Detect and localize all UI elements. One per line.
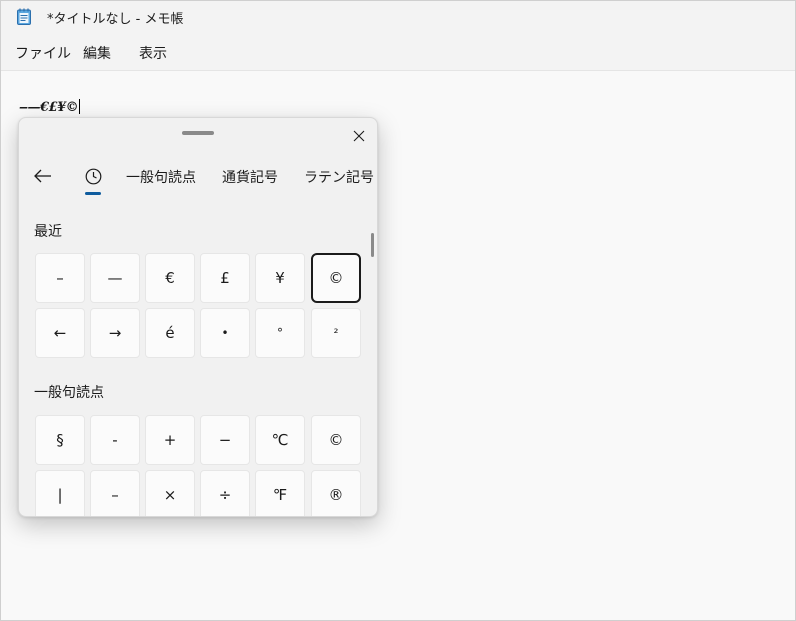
general-symbol-cell[interactable]: - [90, 415, 140, 465]
menu-file[interactable]: ファイル [15, 43, 71, 63]
active-tab-indicator [85, 192, 101, 195]
recent-tab[interactable] [81, 164, 105, 188]
back-button[interactable] [31, 164, 55, 188]
section-title-recent: 最近 [34, 224, 62, 240]
scrollbar-thumb[interactable] [371, 233, 374, 257]
general-symbol-cell[interactable]: ® [311, 470, 361, 516]
editor-content[interactable]: ‒—€£¥© [19, 99, 81, 115]
tab-currency-symbols[interactable]: 通貨記号 [222, 167, 278, 187]
general-symbol-cell[interactable]: © [311, 415, 361, 465]
title-bar: *タイトルなし - メモ帳 [0, 0, 796, 34]
general-symbol-cell[interactable]: × [145, 470, 195, 516]
menu-view[interactable]: 表示 [139, 43, 167, 63]
recent-symbol-cell[interactable]: • [200, 308, 250, 358]
section-title-general: 一般句読点 [34, 385, 104, 401]
menu-bar: ファイル 編集 表示 [0, 34, 796, 71]
general-symbol-cell[interactable]: § [35, 415, 85, 465]
emoji-symbol-panel: 一般句読点 通貨記号 ラテン記号 最近 一般句読点 – — € £ ¥ © ← → é • ° ² §… [18, 117, 378, 517]
general-symbol-cell[interactable]: − [200, 415, 250, 465]
general-symbol-cell[interactable]: ℉ [255, 470, 305, 516]
recent-symbol-cell[interactable]: £ [200, 253, 250, 303]
recent-symbol-cell[interactable]: — [90, 253, 140, 303]
arrow-left-icon [34, 169, 51, 183]
notepad-icon [17, 8, 31, 25]
window-title: *タイトルなし - メモ帳 [47, 12, 184, 27]
menu-edit[interactable]: 編集 [83, 43, 111, 63]
recent-symbol-cell[interactable]: € [145, 253, 195, 303]
tab-latin-symbols[interactable]: ラテン記号 [304, 167, 374, 187]
clock-icon [85, 168, 101, 184]
recent-symbol-cell[interactable]: ° [255, 308, 305, 358]
general-symbol-cell[interactable]: – [90, 470, 140, 516]
recent-symbol-cell[interactable]: ← [35, 308, 85, 358]
recent-symbol-cell[interactable]: – [35, 253, 85, 303]
editor-text: ‒—€£¥© [19, 100, 79, 115]
general-symbol-cell[interactable]: ℃ [255, 415, 305, 465]
tab-general-punctuation[interactable]: 一般句読点 [126, 167, 196, 187]
text-caret [79, 99, 81, 114]
close-button[interactable] [347, 124, 371, 148]
recent-symbol-cell[interactable]: © [311, 253, 361, 303]
general-symbol-cell[interactable]: ÷ [200, 470, 250, 516]
recent-symbol-cell[interactable]: → [90, 308, 140, 358]
close-icon [353, 130, 365, 142]
recent-symbol-cell[interactable]: é [145, 308, 195, 358]
recent-symbol-cell[interactable]: ¥ [255, 253, 305, 303]
drag-handle[interactable] [182, 131, 214, 135]
general-symbol-cell[interactable]: + [145, 415, 195, 465]
general-symbol-cell[interactable]: | [35, 470, 85, 516]
recent-symbol-cell[interactable]: ² [311, 308, 361, 358]
